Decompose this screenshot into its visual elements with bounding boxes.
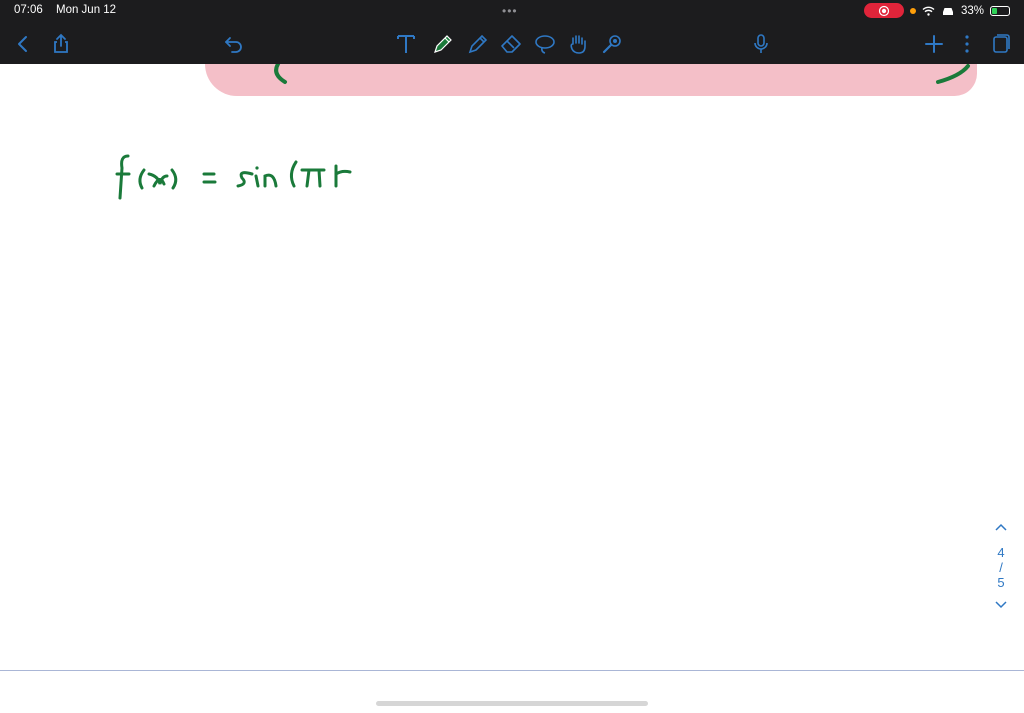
add-page-icon [925, 35, 943, 53]
chevron-down-icon [995, 601, 1007, 609]
back-icon [18, 36, 27, 52]
pen-tool-button[interactable] [429, 30, 457, 58]
home-indicator[interactable] [376, 701, 648, 706]
text-tool-button[interactable] [392, 30, 420, 58]
microphone-icon [754, 34, 768, 53]
hand-icon [570, 35, 586, 54]
back-button[interactable] [9, 30, 37, 58]
top-toolbar: 07:06 Mon Jun 12 ••• 33% [0, 0, 1024, 64]
page-overview-button[interactable] [987, 30, 1015, 58]
page-separator: / [999, 560, 1003, 575]
share-icon [54, 33, 68, 53]
undo-button[interactable] [220, 30, 248, 58]
more-options-button[interactable] [953, 30, 981, 58]
more-icon [965, 35, 969, 53]
lasso-icon [535, 35, 555, 54]
previous-page-button[interactable] [990, 520, 1012, 535]
chevron-up-icon [995, 523, 1007, 531]
next-page-button[interactable] [990, 598, 1012, 613]
multitasking-dots-icon[interactable]: ••• [502, 4, 518, 18]
total-pages: 5 [997, 575, 1005, 590]
status-date: Mon Jun 12 [55, 4, 117, 16]
next-page-preview[interactable] [0, 670, 1024, 713]
add-page-button[interactable] [920, 30, 948, 58]
note-canvas[interactable]: 4 / 5 [0, 64, 1024, 670]
battery-fill [992, 7, 998, 14]
car-icon [942, 7, 953, 15]
ink-stroke-paren-right [936, 64, 970, 84]
mic-in-use-dot [909, 7, 916, 14]
text-tool-icon [397, 35, 415, 53]
lasso-tool-button[interactable] [531, 30, 559, 58]
record-icon [878, 5, 890, 16]
screen-recording-indicator[interactable] [863, 3, 904, 18]
eraser-tool-button[interactable] [497, 30, 525, 58]
eraser-icon [501, 35, 521, 53]
battery-percent: 33% [960, 4, 984, 17]
wifi-icon [922, 6, 935, 16]
share-button[interactable] [47, 30, 75, 58]
handwriting-f-of-x-equals-sin-pi [115, 154, 352, 200]
laser-pointer-button[interactable] [598, 30, 626, 58]
pages-icon [993, 34, 1010, 53]
page-navigator: 4 / 5 [990, 520, 1012, 613]
status-bar-right: 33% [863, 3, 1010, 18]
current-page-number: 4 [997, 545, 1005, 560]
hand-tool-button[interactable] [564, 30, 592, 58]
status-bar-left: 07:06 Mon Jun 12 [14, 4, 126, 16]
pen-icon [434, 35, 452, 53]
battery-icon [990, 5, 1010, 16]
status-time: 07:06 [14, 4, 43, 16]
handwritten-expression [112, 146, 372, 211]
ink-stroke-paren-left [274, 64, 287, 84]
undo-icon [225, 37, 242, 53]
laser-pointer-icon [602, 35, 621, 54]
highlighter-icon [468, 34, 488, 54]
record-audio-button[interactable] [747, 30, 775, 58]
highlighter-tool-button[interactable] [464, 30, 492, 58]
